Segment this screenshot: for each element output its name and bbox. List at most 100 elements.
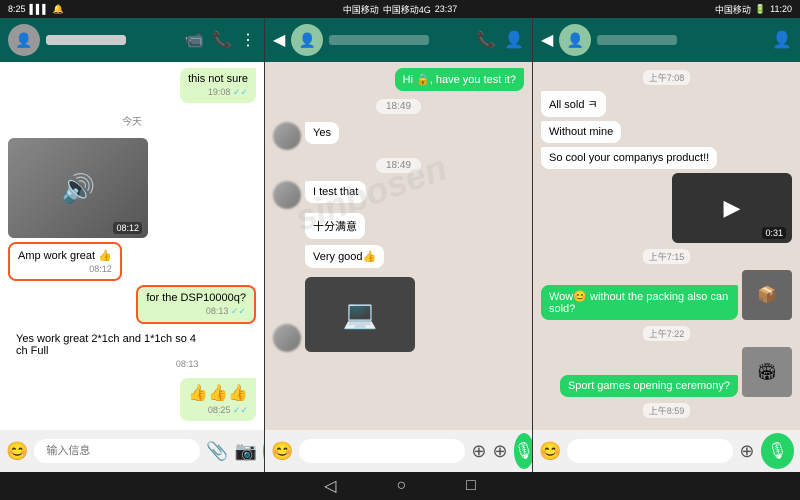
back-button-right[interactable]: ◀ — [541, 30, 553, 50]
back-button-middle[interactable]: ◀ — [273, 30, 285, 50]
time-small-3: 上午7:22 — [643, 326, 691, 341]
left-header-info — [46, 33, 178, 48]
attach-icon-middle[interactable]: ⊕ — [471, 441, 486, 462]
mic-button-middle[interactable]: 🎙 — [514, 433, 533, 469]
time-left: 8:25 — [8, 4, 26, 14]
msg-left-dsp: for the DSP10000q? 08:13 ✓✓ — [136, 285, 256, 324]
msg-text: All sold ㅋ — [549, 99, 598, 111]
msg-text: Sport games opening ceremony? — [568, 380, 730, 392]
mid-avatar-1 — [273, 122, 301, 150]
right-header-info — [597, 33, 766, 48]
carrier-center: 中国移动 — [343, 3, 379, 16]
msg-mid-itest-wrap: I test that — [273, 181, 524, 209]
attach-icon-right[interactable]: ⊕ — [739, 441, 754, 462]
msg-text: So cool your companys product!! — [549, 152, 709, 164]
middle-header-info — [329, 33, 470, 48]
video-duration: 0:31 — [762, 227, 786, 239]
mic-button-right[interactable]: 🎙 — [761, 433, 794, 469]
right-input[interactable] — [567, 439, 733, 463]
msg-mid-verygood-wrap: Very good👍 — [273, 245, 524, 273]
msg-mid-itest: I test that — [305, 181, 366, 203]
msg-time: 08:25 ✓✓ — [188, 405, 248, 416]
msg-text: for the DSP10000q? — [146, 292, 246, 304]
tick-icon: ✓✓ — [233, 87, 248, 97]
laptop-image: 💻 — [305, 277, 415, 352]
msg-mid-yes-wrap: Yes — [273, 122, 524, 150]
wifi-left: 🔔 — [53, 4, 64, 15]
msg-right-socool: So cool your companys product!! — [541, 147, 717, 169]
msg-mid-verygood: Very good👍 — [305, 245, 384, 268]
left-chat-area: this not sure 19:08 ✓✓ 今天 🔊 08:12 Amp wo… — [0, 62, 264, 430]
tick-icon: ✓✓ — [231, 306, 246, 316]
msg-mid-shifen-wrap: 十分满意 — [273, 213, 524, 241]
recents-nav-button[interactable]: □ — [466, 477, 476, 495]
panel-right: ◀ 👤 👤 上午7:08 All sold ㅋ Without mine So … — [533, 18, 800, 472]
msg-time: 08:13 — [16, 359, 198, 369]
msg-left-emoji: 👍👍👍 08:25 ✓✓ — [180, 378, 256, 421]
extra-icon-middle[interactable]: ⊕ — [493, 441, 508, 462]
panel-left: 👤 📹 📞 ⋮ this not sure 19:08 ✓✓ — [0, 18, 265, 472]
emoji-icon-right[interactable]: 😊 — [539, 441, 561, 462]
middle-header: ◀ 👤 📞 👤 — [265, 18, 532, 62]
panels-container: 👤 📹 📞 ⋮ this not sure 19:08 ✓✓ — [0, 18, 800, 472]
left-input-bar: 😊 📎 📷 🎙 — [0, 430, 264, 472]
battery-right: 🔋 — [755, 4, 766, 15]
video-message-right: ▶ 0:31 — [672, 173, 792, 243]
right-input-bar: 😊 ⊕ 🎙 — [533, 430, 800, 472]
more-icon[interactable]: ⋮ — [240, 30, 256, 50]
left-contact-name — [46, 33, 178, 48]
emoji-icon-middle[interactable]: 😊 — [271, 441, 293, 462]
msg-time: 08:12 — [18, 264, 112, 274]
msg-text: Amp work great 👍 — [18, 250, 112, 262]
right-header-icons: 👤 — [772, 30, 792, 50]
panel-middle: ◀ 👤 📞 👤 sinbosen Hi 🔒, have you test it?… — [265, 18, 533, 472]
signal-left: ▌▌▌ — [30, 4, 49, 14]
emoji-icon-left[interactable]: 😊 — [6, 441, 28, 462]
right-contact-name — [597, 33, 766, 48]
network-center: 中国移动4G — [383, 3, 431, 16]
time-label-1849b: 18:49 — [376, 158, 421, 173]
left-header: 👤 📹 📞 ⋮ — [0, 18, 264, 62]
left-input[interactable] — [34, 439, 200, 463]
msg-text: 👍👍👍 — [188, 385, 248, 402]
video-call-icon[interactable]: 📹 — [184, 30, 204, 50]
msg-right-withoutmine: Without mine — [541, 121, 621, 143]
msg-mid-shifen: 十分满意 — [305, 213, 365, 239]
msg-mid-hi: Hi 🔒, have you test it? — [395, 68, 524, 91]
time-small-1: 上午7:08 — [643, 70, 691, 85]
mid-avatar-2 — [273, 181, 301, 209]
msg-left-yes-work: Yes work great 2*1ch and 1*1ch so 4 ch F… — [8, 328, 206, 374]
time-right: 11:20 — [770, 4, 792, 14]
phone-call-icon[interactable]: 📞 — [212, 30, 232, 50]
time-small-4: 上午8:59 — [643, 403, 691, 418]
msg-text: 十分满意 — [313, 221, 357, 233]
right-chat-area: 上午7:08 All sold ㅋ Without mine So cool y… — [533, 62, 800, 430]
middle-input[interactable] — [299, 439, 465, 463]
phone-icon-middle[interactable]: 📞 — [476, 30, 496, 50]
video-thumb[interactable]: ▶ 0:31 — [672, 173, 792, 243]
carrier-right: 中国移动 — [715, 3, 751, 16]
home-nav-button[interactable]: ○ — [396, 477, 406, 495]
status-bar-center: 中国移动 中国移动4G 23:37 — [269, 3, 530, 16]
back-nav-button[interactable]: ◁ — [324, 476, 336, 496]
middle-header-icons: 📞 👤 — [476, 30, 524, 50]
attach-icon-left[interactable]: 📎 — [206, 441, 228, 462]
img-time: 08:12 — [113, 222, 142, 234]
right-img-1: 📦 — [742, 270, 792, 320]
left-header-icons: 📹 📞 ⋮ — [184, 30, 256, 50]
person-icon-middle[interactable]: 👤 — [504, 30, 524, 50]
mid-avatar-5 — [273, 324, 301, 352]
right-img-2: 🏟 — [742, 347, 792, 397]
msg-right-sport-row: Sport games opening ceremony? 🏟 — [541, 347, 792, 397]
msg-right-wow: Wow😊 without the packing also can sold? — [541, 285, 738, 320]
msg-right-wow-row: Wow😊 without the packing also can sold? … — [541, 270, 792, 320]
status-bar-left: 8:25 ▌▌▌ 🔔 — [8, 4, 269, 15]
camera-icon-left[interactable]: 📷 — [235, 441, 257, 462]
right-header: ◀ 👤 👤 — [533, 18, 800, 62]
msg-mid-yes: Yes — [305, 122, 339, 144]
msg-time: 19:08 ✓✓ — [188, 87, 248, 98]
person-icon-right[interactable]: 👤 — [772, 30, 792, 50]
msg-mid-laptop-wrap: 💻 — [273, 277, 524, 352]
time-label-1849a: 18:49 — [376, 99, 421, 114]
time-small-2: 上午7:15 — [643, 249, 691, 264]
